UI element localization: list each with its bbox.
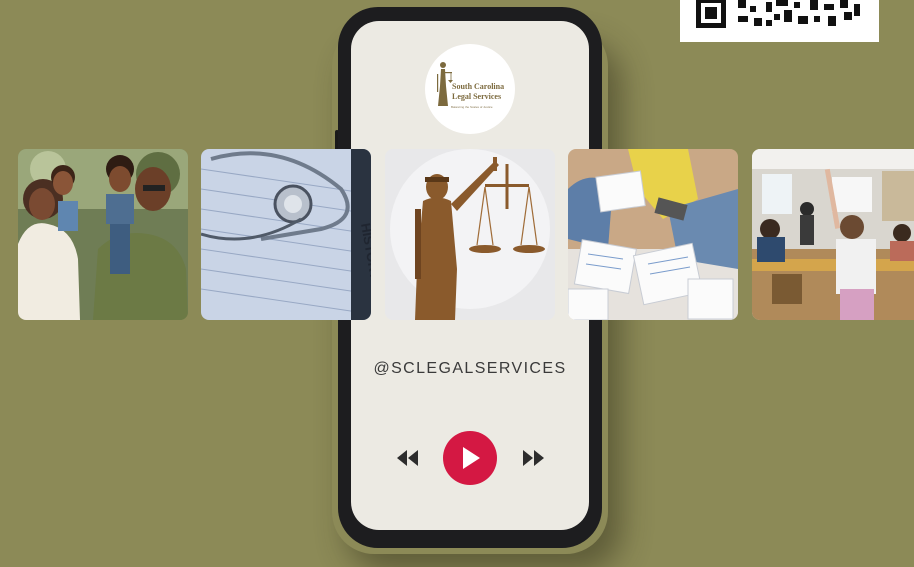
fast-forward-icon[interactable] (521, 450, 545, 466)
photo-classroom (752, 149, 914, 320)
photo-lady-justice (385, 149, 555, 320)
qr-code (680, 0, 879, 42)
logo: South Carolina Legal Services Balancing … (425, 44, 515, 134)
logo-text-line1: South Carolina (452, 82, 505, 91)
social-handle[interactable]: @SCLEGALSERVICES (351, 360, 589, 378)
logo-text-line2: Legal Services (452, 92, 502, 101)
photo-family (18, 149, 188, 320)
photo-paperwork (568, 149, 738, 320)
rewind-icon[interactable] (396, 450, 420, 466)
play-button[interactable] (443, 431, 497, 485)
logo-tagline: Balancing the Scales of Justice (451, 105, 493, 109)
photo-medical-form: HISTORY FORM (201, 149, 371, 320)
play-icon (463, 447, 480, 469)
lady-justice-logo-icon (437, 62, 453, 106)
